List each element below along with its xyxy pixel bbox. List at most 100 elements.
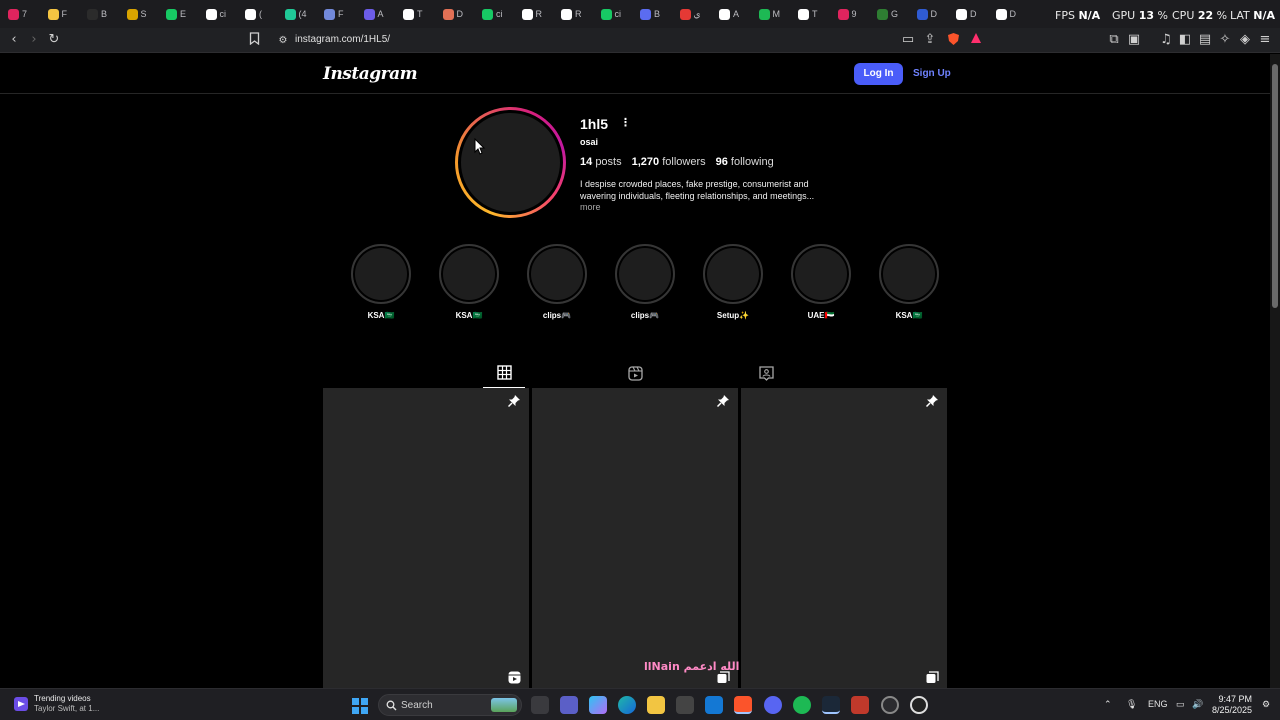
browser-tab[interactable]: S <box>126 4 147 24</box>
highlight-item[interactable]: UAE🇦🇪 <box>789 244 853 320</box>
browser-tab[interactable]: ci <box>205 4 226 24</box>
site-info-icon[interactable]: ⚙ <box>275 33 291 49</box>
leo-ai-icon[interactable]: ✧ <box>1217 32 1233 48</box>
chatgpt-icon[interactable] <box>881 696 899 714</box>
vpn-icon[interactable]: ◈ <box>1237 32 1253 48</box>
tab-label: 7 <box>22 9 28 19</box>
tab-tagged[interactable] <box>745 358 787 388</box>
post-tile[interactable] <box>741 388 947 688</box>
media-icon[interactable]: ♫ <box>1158 32 1174 48</box>
browser-tab[interactable]: M <box>758 4 780 24</box>
browser-tab[interactable]: ci <box>482 4 503 24</box>
split-view-icon[interactable]: ▤ <box>1197 32 1213 48</box>
browser-tab[interactable]: F <box>324 4 344 24</box>
highlight-item[interactable]: Setup✨ <box>701 244 765 320</box>
file-explorer-icon[interactable] <box>647 696 665 714</box>
browser-tab[interactable]: B <box>640 4 660 24</box>
tab-favicon-icon <box>758 8 770 20</box>
voice-app-icon[interactable] <box>851 696 869 714</box>
microphone-icon[interactable]: 🎙 <box>1126 699 1137 710</box>
browser-tab[interactable]: D <box>956 4 977 24</box>
tab-favicon-icon <box>521 8 533 20</box>
sidebar-icon[interactable]: ◧ <box>1177 32 1193 48</box>
tab-posts[interactable] <box>483 358 525 388</box>
extensions-icon[interactable]: ⧉ <box>1106 32 1122 48</box>
tab-label: S <box>140 9 147 19</box>
browser-tab[interactable]: (4 <box>284 4 307 24</box>
address-bar[interactable]: ⚙ instagram.com/1HL5/ <box>272 31 988 50</box>
teams-icon[interactable] <box>560 696 578 714</box>
highlight-item[interactable]: KSA🇸🇦 <box>437 244 501 320</box>
browser-tab[interactable]: 7 <box>8 4 27 24</box>
browser-tab[interactable]: A <box>363 4 384 24</box>
show-hidden-icons-icon[interactable]: ⌃ <box>1104 699 1112 710</box>
steam-icon[interactable] <box>822 696 840 714</box>
followers-stat[interactable]: 1,270 followers <box>632 156 706 168</box>
brave-rewards-icon[interactable] <box>968 32 984 48</box>
news-widget[interactable]: Trending videos Taylor Swift, at 1... <box>14 694 99 714</box>
browser-tab[interactable]: R <box>561 4 582 24</box>
spotify-icon[interactable] <box>793 696 811 714</box>
microsoft-store-icon[interactable] <box>676 696 694 714</box>
cast-icon[interactable]: ▭ <box>900 32 916 48</box>
browser-tab[interactable]: ci <box>600 4 621 24</box>
bookmark-icon[interactable] <box>246 32 262 48</box>
browser-tab[interactable]: ي <box>679 4 701 24</box>
bio-more-link[interactable]: more <box>580 202 601 212</box>
highlight-item[interactable]: clips🎮 <box>525 244 589 320</box>
volume-icon[interactable]: 🔊 <box>1192 699 1203 710</box>
highlight-item[interactable]: clips🎮 <box>613 244 677 320</box>
page-scrollbar[interactable] <box>1270 54 1280 690</box>
notification-icon[interactable]: ⚙ <box>1262 699 1270 710</box>
profile-stats: 14 posts 1,270 followers 96 following <box>580 156 774 168</box>
scrollbar-thumb[interactable] <box>1272 64 1278 308</box>
tab-label: T <box>812 9 818 19</box>
taskbar-search[interactable]: Search <box>378 694 522 716</box>
language-indicator[interactable]: ENG <box>1148 699 1168 709</box>
browser-tab[interactable]: T <box>403 4 423 24</box>
browser-tab[interactable]: ( <box>245 4 262 24</box>
share-icon[interactable]: ⇪ <box>922 32 938 48</box>
start-button[interactable] <box>352 698 368 714</box>
taskbar-clock[interactable]: 9:47 PM 8/25/2025 <box>1212 694 1252 716</box>
outlook-icon[interactable] <box>705 696 723 714</box>
wallet-icon[interactable]: ▣ <box>1126 32 1142 48</box>
browser-tab[interactable]: A <box>719 4 739 24</box>
browser-tab[interactable]: T <box>798 4 818 24</box>
task-view-icon[interactable] <box>531 696 549 714</box>
forward-icon[interactable]: › <box>26 32 42 48</box>
options-icon[interactable]: ⋮ <box>620 116 631 129</box>
edge-icon[interactable] <box>618 696 636 714</box>
profile-avatar[interactable] <box>455 107 566 218</box>
highlight-item[interactable]: KSA🇸🇦 <box>349 244 413 320</box>
following-stat[interactable]: 96 following <box>716 156 774 168</box>
copilot-icon[interactable] <box>589 696 607 714</box>
tab-favicon-icon <box>47 8 59 20</box>
menu-icon[interactable]: ≡ <box>1257 32 1273 48</box>
browser-tab[interactable]: B <box>87 4 107 24</box>
network-icon[interactable]: ▭ <box>1176 699 1185 710</box>
browser-tab[interactable]: D <box>442 4 463 24</box>
brave-icon[interactable] <box>734 696 752 714</box>
post-tile[interactable]: llNain الله ادعمم <box>532 388 739 688</box>
browser-tab[interactable]: G <box>877 4 898 24</box>
browser-tab[interactable]: 9 <box>837 4 857 24</box>
log-in-button[interactable]: Log In <box>854 63 903 85</box>
post-tile[interactable] <box>323 388 529 688</box>
sign-up-link[interactable]: Sign Up <box>913 68 951 79</box>
brave-shield-icon[interactable] <box>945 32 961 48</box>
browser-tab[interactable]: D <box>995 4 1016 24</box>
highlight-item[interactable]: KSA🇸🇦 <box>877 244 941 320</box>
discord-icon[interactable] <box>764 696 782 714</box>
browser-tab[interactable]: R <box>521 4 542 24</box>
browser-tab[interactable]: F <box>47 4 67 24</box>
browser-tab[interactable]: E <box>166 4 186 24</box>
tab-reels[interactable] <box>614 358 656 388</box>
instagram-logo[interactable]: Instagram <box>323 64 418 84</box>
back-icon[interactable]: ‹ <box>6 32 22 48</box>
highlight-label: KSA🇸🇦 <box>895 311 923 320</box>
highlight-cover <box>791 244 851 304</box>
overlay-app-icon[interactable] <box>910 696 928 714</box>
reload-icon[interactable]: ↻ <box>46 32 62 48</box>
browser-tab[interactable]: D <box>916 4 937 24</box>
